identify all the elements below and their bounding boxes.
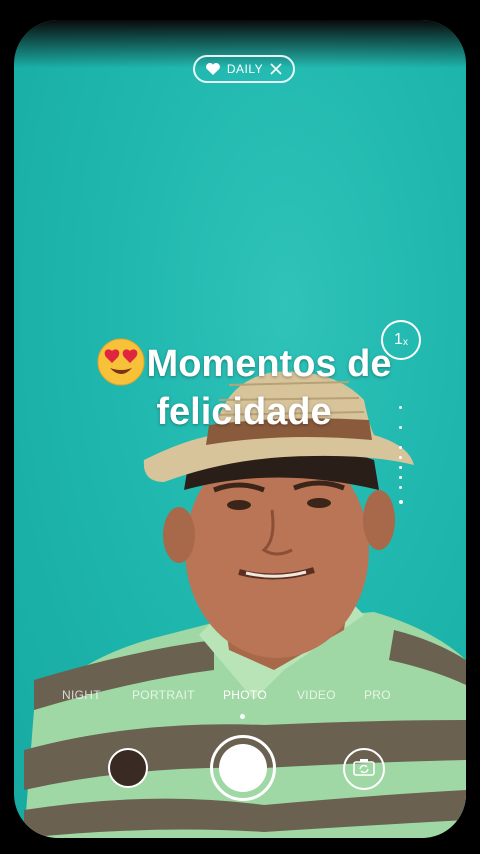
camera-flip-icon	[353, 758, 375, 781]
daily-filter-chip[interactable]: DAILY	[193, 55, 295, 83]
active-mode-indicator	[240, 714, 245, 719]
zoom-button[interactable]: 1x	[381, 320, 421, 360]
heart-icon	[205, 62, 221, 76]
zoom-slider[interactable]	[399, 370, 403, 510]
mode-night[interactable]: NIGHT	[62, 688, 101, 702]
mode-video[interactable]: VIDEO	[297, 688, 336, 702]
mode-portrait[interactable]: PORTRAIT	[132, 688, 195, 702]
daily-label: DAILY	[226, 62, 264, 76]
zoom-unit: x	[402, 337, 408, 348]
shutter-icon	[219, 744, 267, 792]
camera-flip-button[interactable]	[343, 748, 385, 790]
mode-photo[interactable]: PHOTO	[223, 688, 267, 702]
shutter-button[interactable]	[210, 735, 276, 801]
gallery-thumbnail[interactable]	[108, 748, 148, 788]
heart-eyes-emoji	[97, 338, 145, 386]
camera-viewfinder[interactable]: DAILY Momentos de felicidade 1x NIGHT PO…	[14, 20, 466, 838]
zoom-value: 1	[394, 331, 403, 348]
sticker-caption[interactable]: Momentos de felicidade	[64, 338, 424, 436]
caption-text: Momentos de felicidade	[146, 343, 392, 433]
close-icon[interactable]	[269, 62, 283, 76]
mode-pro[interactable]: PRO	[364, 688, 391, 702]
camera-mode-selector: NIGHT PORTRAIT PHOTO VIDEO PRO	[14, 688, 466, 708]
